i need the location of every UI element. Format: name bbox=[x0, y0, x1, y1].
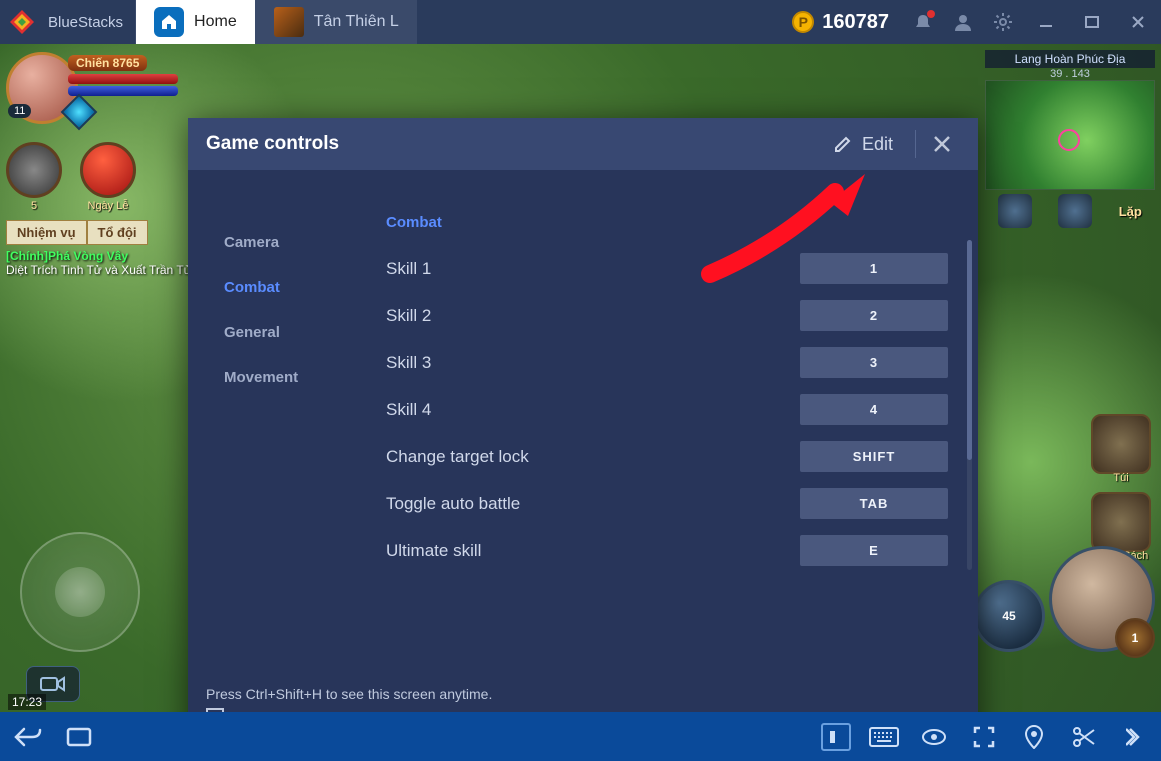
quest-title: [Chính]Phá Vòng Vây bbox=[6, 249, 192, 263]
notifications-icon[interactable] bbox=[903, 0, 943, 44]
quest-desc: Diệt Trích Tinh Tử và Xuất Trần Tử bbox=[6, 263, 192, 277]
hud-slot-2-label: Ngày Lễ bbox=[80, 200, 136, 212]
modal-header: Game controls Edit bbox=[188, 118, 978, 170]
keybind-value[interactable]: 2 bbox=[800, 300, 948, 331]
location-icon[interactable] bbox=[1017, 720, 1051, 754]
game-viewport: 11 Chiến 8765 5 Ngày Lễ Nhiệm vụ Tổ đội … bbox=[0, 44, 1161, 712]
back-icon[interactable] bbox=[10, 720, 44, 754]
scissors-icon[interactable] bbox=[1067, 720, 1101, 754]
modal-content: Combat Skill 11 Skill 22 Skill 33 Skill … bbox=[358, 170, 978, 680]
bag-button[interactable]: Túi bbox=[1091, 414, 1151, 484]
combat-power: Chiến 8765 bbox=[68, 55, 147, 71]
chevrons-icon[interactable] bbox=[1117, 720, 1151, 754]
account-icon[interactable] bbox=[943, 0, 983, 44]
edit-label: Edit bbox=[862, 134, 893, 155]
keybind-row: Ultimate skillE bbox=[378, 535, 948, 566]
tab-home-label: Home bbox=[194, 13, 237, 31]
settings-icon[interactable] bbox=[983, 0, 1023, 44]
keybind-row: Change target lockSHIFT bbox=[378, 441, 948, 472]
category-movement[interactable]: Movement bbox=[188, 355, 358, 400]
brand-label: BlueStacks bbox=[44, 14, 135, 31]
player-bars: Chiến 8765 bbox=[68, 54, 178, 125]
checkbox-icon: ✓ bbox=[206, 708, 224, 712]
modal-footer: Press Ctrl+Shift+H to see this screen an… bbox=[188, 680, 978, 712]
modal-sidebar: Camera Combat General Movement bbox=[188, 170, 358, 680]
edit-button[interactable]: Edit bbox=[820, 134, 907, 155]
eye-icon[interactable] bbox=[917, 720, 951, 754]
minimap-loop-label[interactable]: Lặp bbox=[1119, 204, 1142, 219]
keybind-row: Skill 22 bbox=[378, 300, 948, 331]
keyboard-icon[interactable] bbox=[867, 720, 901, 754]
skill-slot-2[interactable]: 45 bbox=[973, 580, 1045, 652]
keybind-row: Skill 44 bbox=[378, 394, 948, 425]
section-header: Combat bbox=[378, 214, 948, 231]
coin-value: 160787 bbox=[822, 11, 889, 34]
hud-slot-2[interactable]: Ngày Lễ bbox=[80, 142, 136, 212]
player-level: 11 bbox=[8, 104, 31, 118]
quest-panel[interactable]: [Chính]Phá Vòng Vây Diệt Trích Tinh Tử v… bbox=[6, 249, 192, 277]
category-camera[interactable]: Camera bbox=[188, 220, 358, 265]
player-hud: 11 Chiến 8765 5 Ngày Lễ Nhiệm vụ Tổ đội … bbox=[6, 52, 192, 277]
tab-team[interactable]: Tổ đội bbox=[87, 220, 148, 245]
bluestacks-logo bbox=[0, 0, 44, 44]
fullscreen-icon[interactable] bbox=[967, 720, 1001, 754]
keybind-value[interactable]: E bbox=[800, 535, 948, 566]
keybind-row: Toggle auto battleTAB bbox=[378, 488, 948, 519]
minimap-view[interactable] bbox=[985, 80, 1155, 190]
keybind-value[interactable]: 4 bbox=[800, 394, 948, 425]
joystick-area bbox=[20, 532, 140, 652]
hud-slot-1[interactable]: 5 bbox=[6, 142, 62, 212]
mp-bar bbox=[68, 86, 178, 96]
tab-game[interactable]: Tân Thiên L bbox=[255, 0, 417, 44]
window-close[interactable] bbox=[1115, 0, 1161, 44]
window-minimize[interactable] bbox=[1023, 0, 1069, 44]
scrollbar[interactable] bbox=[967, 240, 972, 570]
minimap-title: Lang Hoàn Phúc Địa bbox=[985, 50, 1155, 68]
category-combat[interactable]: Combat bbox=[188, 265, 358, 310]
footer-hint: Press Ctrl+Shift+H to see this screen an… bbox=[206, 686, 960, 702]
keybind-row: Skill 33 bbox=[378, 347, 948, 378]
minimap: Lang Hoàn Phúc Địa 39 . 143 Lặp bbox=[985, 50, 1155, 228]
close-icon bbox=[932, 134, 952, 154]
divider bbox=[915, 130, 916, 158]
tab-home[interactable]: Home bbox=[135, 0, 255, 44]
titlebar: BlueStacks Home Tân Thiên L P 160787 bbox=[0, 0, 1161, 44]
keybind-value[interactable]: TAB bbox=[800, 488, 948, 519]
keybind-value[interactable]: 1 bbox=[800, 253, 948, 284]
skill-tiny[interactable]: 1 bbox=[1115, 618, 1155, 658]
tab-game-label: Tân Thiên L bbox=[314, 13, 399, 31]
minimap-btn-2[interactable] bbox=[1058, 194, 1092, 228]
coin-icon: P bbox=[792, 11, 814, 33]
game-icon bbox=[274, 7, 304, 37]
clock: 17:23 bbox=[8, 694, 46, 710]
startup-checkbox[interactable]: ✓ Show this screen on startup bbox=[206, 708, 960, 712]
close-button[interactable] bbox=[924, 130, 960, 158]
home-icon bbox=[154, 7, 184, 37]
minimap-btn-1[interactable] bbox=[998, 194, 1032, 228]
hud-tabs: Nhiệm vụ Tổ đội bbox=[6, 220, 192, 245]
pencil-icon bbox=[834, 135, 852, 153]
hp-bar bbox=[68, 74, 178, 84]
category-general[interactable]: General bbox=[188, 310, 358, 355]
keybind-row: Skill 11 bbox=[378, 253, 948, 284]
window-maximize[interactable] bbox=[1069, 0, 1115, 44]
bottom-taskbar bbox=[0, 712, 1161, 761]
minimap-coords: 39 . 143 bbox=[985, 68, 1155, 80]
hud-slot-1-count: 5 bbox=[6, 200, 62, 212]
toggle-icon[interactable] bbox=[821, 723, 851, 751]
keybind-value[interactable]: SHIFT bbox=[800, 441, 948, 472]
home-nav-icon[interactable] bbox=[62, 720, 96, 754]
joystick[interactable] bbox=[20, 532, 140, 652]
tab-mission[interactable]: Nhiệm vụ bbox=[6, 220, 87, 245]
right-buttons: Túi Danh Sách bbox=[1091, 414, 1151, 562]
keybind-value[interactable]: 3 bbox=[800, 347, 948, 378]
game-controls-modal: Game controls Edit Camera Combat General… bbox=[188, 118, 978, 712]
checkbox-label: Show this screen on startup bbox=[234, 709, 407, 712]
modal-title: Game controls bbox=[206, 133, 820, 155]
coin-counter[interactable]: P 160787 bbox=[792, 11, 889, 34]
